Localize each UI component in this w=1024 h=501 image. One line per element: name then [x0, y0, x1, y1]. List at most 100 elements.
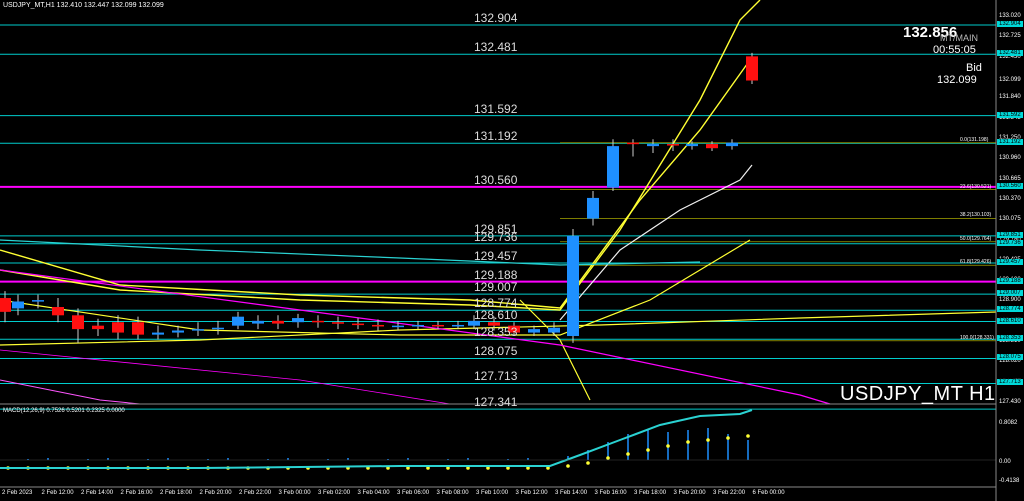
- candle-body: [0, 298, 11, 312]
- price-tag: 128.610: [997, 317, 1023, 324]
- symbol-watermark: USDJPY_MT H1: [840, 383, 996, 405]
- bar-countdown: 00:55:05: [933, 44, 976, 56]
- candle-body: [112, 322, 124, 333]
- bid-label: Bid: [966, 62, 982, 74]
- time-label: 2 Feb 12:00: [41, 490, 74, 496]
- time-label: 3 Feb 00:00: [278, 490, 311, 496]
- fib-label: 0.0(131.198): [960, 136, 989, 143]
- candle-body: [52, 307, 64, 316]
- macd-tick: -0.4138: [999, 478, 1020, 484]
- candle-body: [92, 325, 104, 330]
- candle-body: [587, 197, 599, 219]
- level-label: 128.353: [474, 325, 518, 340]
- level-label: 127.341: [474, 395, 518, 410]
- candle-body: [252, 320, 264, 324]
- time-label: 3 Feb 16:00: [594, 490, 627, 496]
- time-label: 3 Feb 06:00: [397, 490, 430, 496]
- bid-value: 132.099: [937, 74, 977, 86]
- macd-tick: 0.00: [999, 459, 1011, 465]
- price-tick: 132.725: [999, 33, 1021, 40]
- signal-dot: [686, 440, 690, 444]
- candle-body: [332, 322, 344, 324]
- time-label: 2 Feb 20:00: [199, 490, 232, 496]
- candle-body: [352, 323, 364, 326]
- signal-dot: [726, 436, 730, 440]
- macd-tick: 0.8082: [999, 420, 1018, 426]
- fib-label: 61.8(129.426): [960, 259, 992, 266]
- time-label: 3 Feb 18:00: [634, 490, 667, 496]
- time-label: 2 Feb 16:00: [120, 490, 153, 496]
- signal-dot: [586, 461, 590, 465]
- time-label: 2 Feb 18:00: [160, 490, 193, 496]
- time-label: 6 Feb 00:00: [752, 490, 785, 496]
- price-tag: 128.774: [997, 306, 1023, 313]
- time-label: 3 Feb 08:00: [436, 490, 469, 496]
- time-label: 3 Feb 14:00: [555, 490, 588, 496]
- price-tag: 129.851: [997, 231, 1023, 238]
- price-tick: 127.430: [999, 399, 1021, 405]
- price-tag: 129.188: [997, 277, 1023, 284]
- candle-body: [686, 144, 698, 147]
- candle-body: [647, 144, 659, 147]
- price-tick: 132.099: [999, 76, 1021, 83]
- fib-label: 23.6(130.521): [960, 183, 992, 190]
- time-label: 3 Feb 20:00: [673, 490, 706, 496]
- candle-body: [607, 146, 619, 188]
- price-tag: 129.007: [997, 290, 1023, 297]
- candle-body: [212, 327, 224, 330]
- candle-body: [726, 142, 738, 147]
- signal-dot: [706, 438, 710, 442]
- signal-dot: [626, 452, 630, 456]
- candle-body: [32, 300, 44, 302]
- candle-body: [192, 329, 204, 331]
- candle-body: [412, 324, 424, 327]
- price-tick: 128.900: [999, 297, 1021, 304]
- candle-body: [392, 325, 404, 328]
- price-tag: 132.904: [997, 21, 1023, 27]
- signal-dot: [646, 448, 650, 452]
- level-label: 129.457: [474, 249, 518, 264]
- level-label: 129.736: [474, 229, 518, 244]
- price-tick: 130.075: [999, 216, 1021, 223]
- price-tag: 130.560: [997, 182, 1023, 189]
- candle-body: [567, 235, 579, 337]
- candle-body: [232, 316, 244, 326]
- candle-body: [667, 144, 679, 146]
- price-tick: 130.370: [999, 195, 1021, 202]
- level-label: 132.481: [474, 40, 518, 55]
- price-tick: 133.020: [999, 13, 1021, 19]
- time-label: 3 Feb 12:00: [515, 490, 548, 496]
- level-label: 129.007: [474, 280, 518, 295]
- fib-label: 50.0(129.764): [960, 235, 992, 242]
- signal-dot: [606, 456, 610, 460]
- price-tag: 131.192: [997, 139, 1023, 146]
- candle-body: [72, 315, 84, 330]
- candle-body: [706, 144, 718, 149]
- signal-dot: [746, 434, 750, 438]
- candle-body: [312, 320, 324, 323]
- price-tag: 129.736: [997, 239, 1023, 246]
- signal-dot: [566, 464, 570, 468]
- candle-body: [432, 324, 444, 327]
- price-tag: 131.592: [997, 111, 1023, 118]
- candle-body: [452, 324, 464, 327]
- price-tag: 132.481: [997, 50, 1023, 57]
- time-label: 2 Feb 2023: [2, 490, 33, 496]
- price-tag: 129.457: [997, 259, 1023, 266]
- time-label: 3 Feb 22:00: [713, 490, 746, 496]
- time-label: 2 Feb 22:00: [239, 490, 272, 496]
- level-label: 130.560: [474, 172, 518, 187]
- level-label: 132.904: [474, 11, 518, 25]
- price-tag: 127.713: [997, 379, 1023, 386]
- time-label: 3 Feb 04:00: [357, 490, 390, 496]
- time-label: 2 Feb 14:00: [81, 490, 114, 496]
- symbol-label: MT/MAIN: [940, 33, 978, 43]
- candle-body: [152, 332, 164, 335]
- level-label: 131.192: [474, 129, 518, 144]
- candle-body: [132, 322, 144, 335]
- price-tag: 128.075: [997, 354, 1023, 361]
- level-label: 131.592: [474, 101, 518, 116]
- level-label: 128.610: [474, 307, 518, 322]
- chart-header: USDJPY_MT,H1 132.410 132.447 132.099 132…: [3, 2, 164, 9]
- level-label: 127.713: [474, 369, 518, 384]
